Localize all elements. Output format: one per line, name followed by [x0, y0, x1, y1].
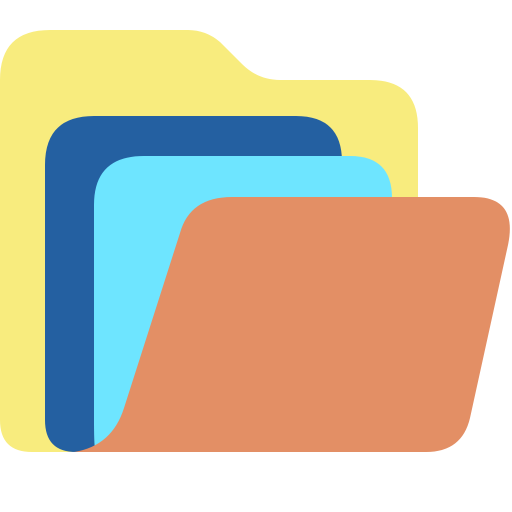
icon-canvas	[0, 0, 512, 512]
open-folder-icon	[0, 30, 510, 452]
